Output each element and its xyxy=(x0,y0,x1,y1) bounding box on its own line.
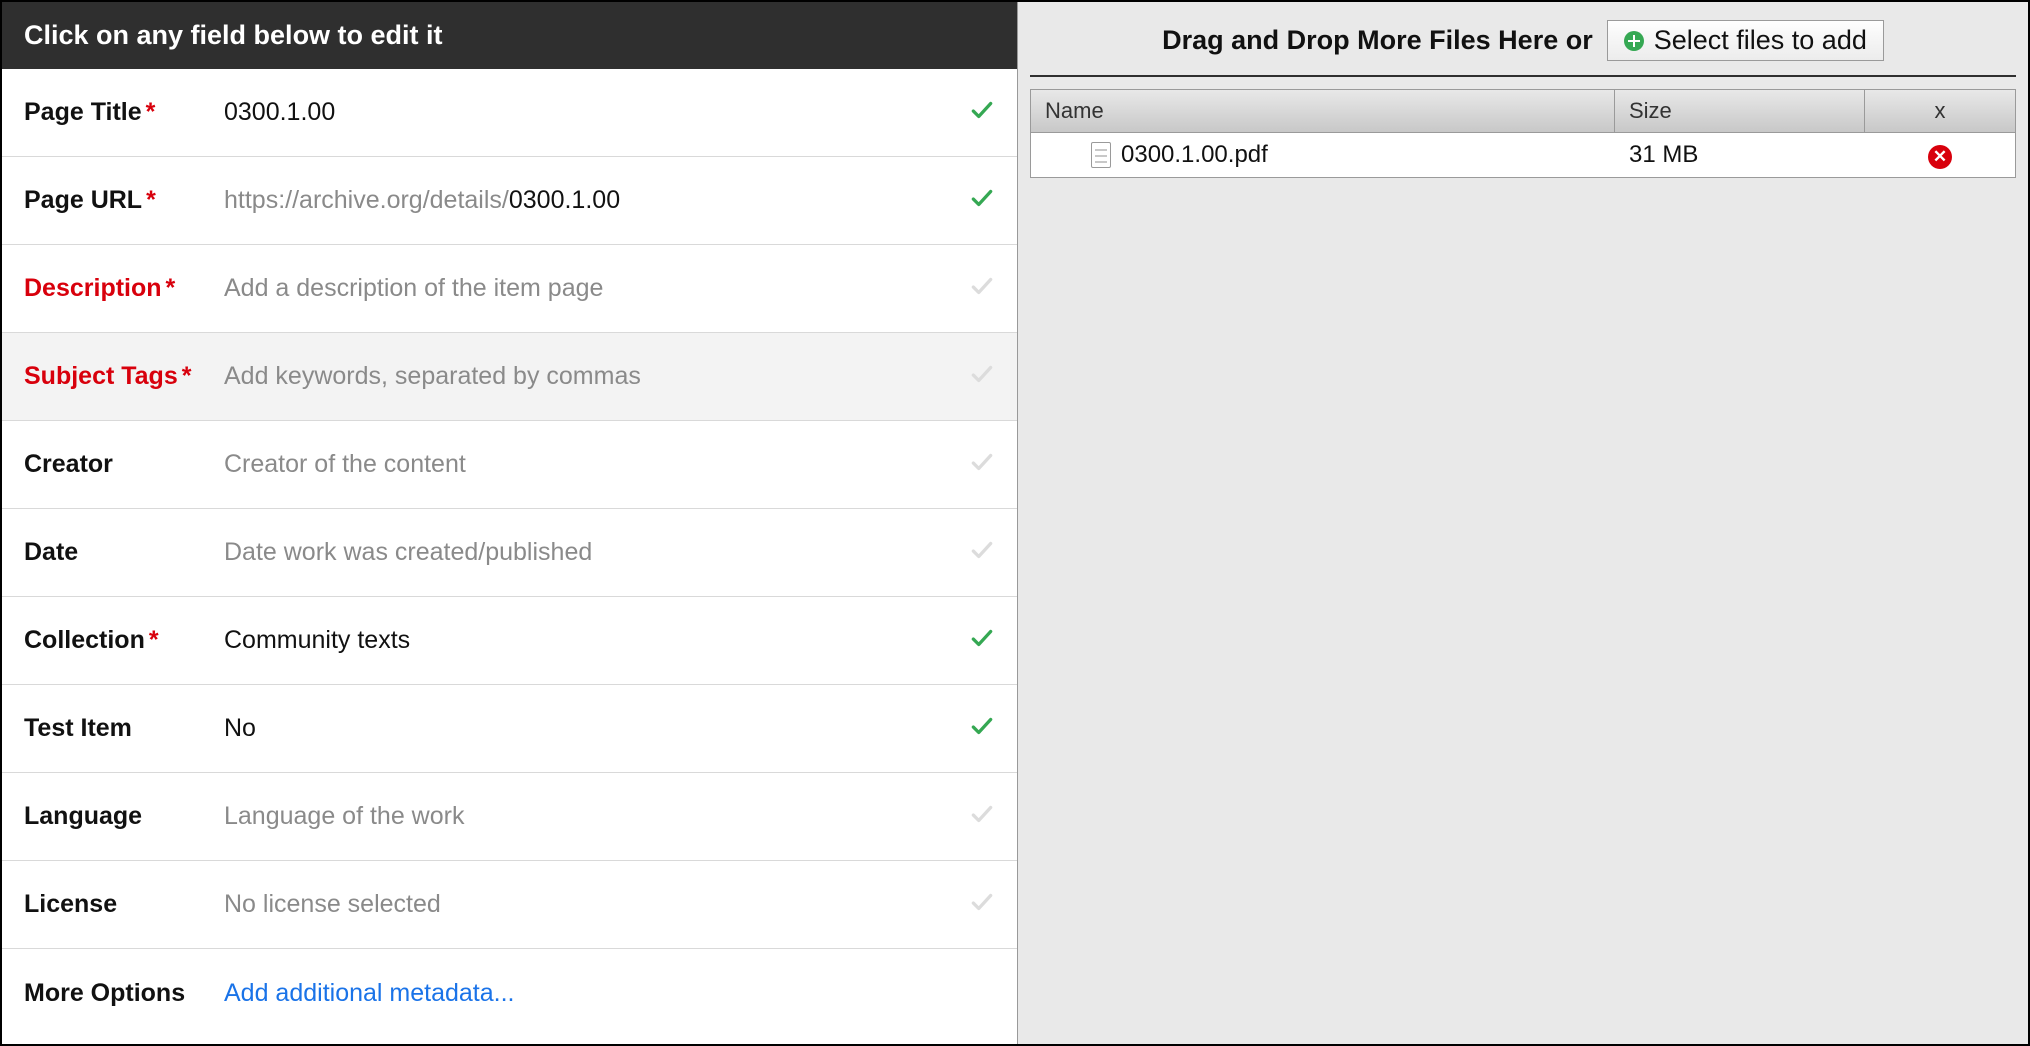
check-icon xyxy=(955,185,995,216)
field-value: Community texts xyxy=(224,626,955,655)
field-value: 0300.1.00 xyxy=(224,98,955,127)
field-label: Collection* xyxy=(24,626,224,655)
check-icon xyxy=(955,537,995,568)
add-metadata-link[interactable]: Add additional metadata... xyxy=(224,979,514,1007)
close-icon: ✕ xyxy=(1933,148,1947,165)
select-files-label: Select files to add xyxy=(1654,25,1867,56)
file-size: 31 MB xyxy=(1615,133,1865,177)
upload-editor: Click on any field below to edit it Page… xyxy=(0,0,2030,1046)
check-icon xyxy=(955,273,995,304)
field-label: Test Item xyxy=(24,714,224,743)
field-license[interactable]: License No license selected xyxy=(2,861,1017,949)
field-value: https://archive.org/details/0300.1.00 xyxy=(224,186,955,215)
field-placeholder: Date work was created/published xyxy=(224,538,955,567)
field-description[interactable]: Description* Add a description of the it… xyxy=(2,245,1017,333)
check-icon xyxy=(955,889,995,920)
field-creator[interactable]: Creator Creator of the content xyxy=(2,421,1017,509)
field-label: Language xyxy=(24,802,224,831)
files-panel: Drag and Drop More Files Here or Select … xyxy=(1018,2,2028,1044)
field-label: More Options xyxy=(24,979,224,1008)
field-collection[interactable]: Collection* Community texts xyxy=(2,597,1017,685)
field-label: Subject Tags* xyxy=(24,362,224,391)
field-label: Description* xyxy=(24,274,224,303)
field-placeholder: Language of the work xyxy=(224,802,955,831)
plus-icon xyxy=(1624,31,1644,51)
field-placeholder: Creator of the content xyxy=(224,450,955,479)
col-header-name[interactable]: Name xyxy=(1031,90,1615,132)
col-header-remove: x xyxy=(1865,90,2015,132)
table-row: 0300.1.00.pdf 31 MB ✕ xyxy=(1031,133,2015,177)
check-icon xyxy=(955,449,995,480)
col-header-size[interactable]: Size xyxy=(1615,90,1865,132)
field-label: Page URL* xyxy=(24,186,224,215)
check-icon xyxy=(955,97,995,128)
panel-header: Click on any field below to edit it xyxy=(2,2,1017,69)
check-icon xyxy=(955,361,995,392)
field-label: Creator xyxy=(24,450,224,479)
field-placeholder: Add keywords, separated by commas xyxy=(224,362,955,391)
field-placeholder: Add a description of the item page xyxy=(224,274,955,303)
field-page-url[interactable]: Page URL* https://archive.org/details/03… xyxy=(2,157,1017,245)
file-table: Name Size x 0300.1.00.pdf 31 MB ✕ xyxy=(1030,89,2016,178)
check-icon xyxy=(955,801,995,832)
drop-text: Drag and Drop More Files Here or xyxy=(1162,25,1593,56)
field-label: Date xyxy=(24,538,224,567)
field-label: License xyxy=(24,890,224,919)
field-more-options: More Options Add additional metadata... xyxy=(2,949,1017,1037)
field-language[interactable]: Language Language of the work xyxy=(2,773,1017,861)
drop-zone-header[interactable]: Drag and Drop More Files Here or Select … xyxy=(1030,2,2016,77)
file-table-head: Name Size x xyxy=(1031,90,2015,133)
field-test-item[interactable]: Test Item No xyxy=(2,685,1017,773)
field-date[interactable]: Date Date work was created/published xyxy=(2,509,1017,597)
remove-file-button[interactable]: ✕ xyxy=(1928,145,1952,169)
field-placeholder: No license selected xyxy=(224,890,955,919)
file-icon xyxy=(1091,142,1111,168)
select-files-button[interactable]: Select files to add xyxy=(1607,20,1884,61)
file-name: 0300.1.00.pdf xyxy=(1121,141,1268,169)
check-icon xyxy=(955,625,995,656)
field-subject-tags[interactable]: Subject Tags* Add keywords, separated by… xyxy=(2,333,1017,421)
metadata-panel: Click on any field below to edit it Page… xyxy=(2,2,1018,1044)
check-icon xyxy=(955,713,995,744)
field-page-title[interactable]: Page Title* 0300.1.00 xyxy=(2,69,1017,157)
field-value: No xyxy=(224,714,955,743)
field-label: Page Title* xyxy=(24,98,224,127)
